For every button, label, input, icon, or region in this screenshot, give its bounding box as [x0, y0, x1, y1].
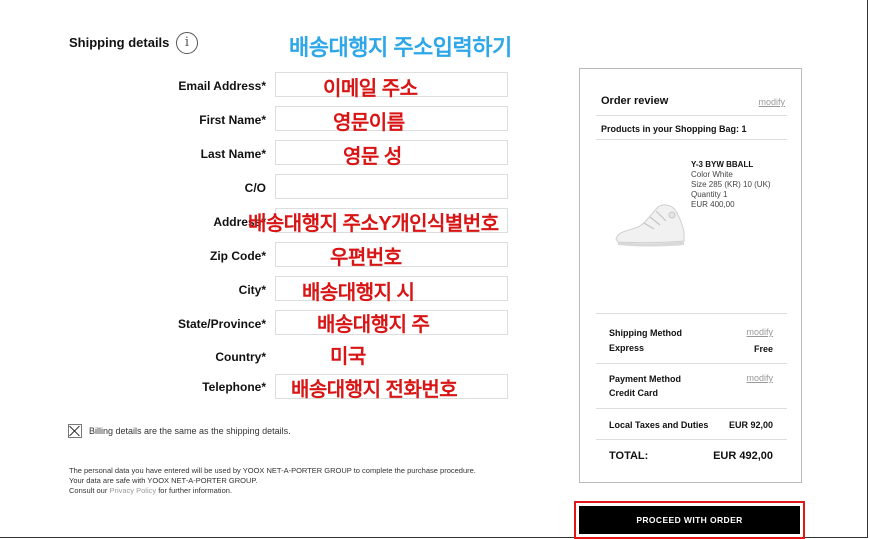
shipping-method-name: Express: [609, 343, 645, 353]
bag-summary: Products in your Shopping Bag: 1: [601, 124, 747, 134]
section-title: Shipping details: [69, 35, 170, 50]
shipping-cost: Free: [753, 344, 773, 354]
privacy-suffix: for further information.: [156, 486, 232, 495]
payment-method-label: Payment Method: [609, 374, 682, 384]
divider: [596, 363, 787, 364]
divider: [596, 139, 787, 140]
total-label: TOTAL:: [609, 450, 649, 462]
email-annotation: 이메일 주소: [323, 78, 418, 100]
product-quantity: Quantity 1: [691, 190, 728, 199]
zip-code-annotation: 우편번호: [330, 247, 402, 269]
last-name-annotation: 영문 성: [343, 146, 402, 168]
email-label: Email Address*: [178, 79, 266, 93]
privacy-prefix: Consult our: [69, 486, 110, 495]
info-icon[interactable]: i: [176, 32, 198, 54]
telephone-label: Telephone*: [202, 380, 266, 394]
address-annotation: 배송대행지 주소Y개인식별번호: [248, 213, 499, 235]
zip-code-label: Zip Code*: [210, 249, 266, 263]
payment-method-value: Credit Card: [609, 388, 659, 398]
privacy-notice: The personal data you have entered will …: [69, 466, 489, 496]
shipping-method-label: Shipping Method: [609, 328, 682, 338]
modify-order-link[interactable]: modify: [758, 97, 785, 107]
product-price: EUR 400,00: [691, 200, 735, 209]
address-label: Address*: [213, 215, 266, 229]
country-label: Country*: [215, 350, 266, 364]
state-annotation: 배송대행지 주: [317, 314, 430, 336]
modify-payment-link[interactable]: modify: [746, 373, 773, 383]
city-annotation: 배송대행지 시: [302, 282, 415, 304]
divider: [596, 313, 787, 314]
co-label: C/O: [244, 181, 266, 195]
divider: [596, 408, 787, 409]
order-review-title: Order review: [601, 95, 669, 107]
telephone-annotation: 배송대행지 전화번호: [291, 379, 458, 401]
order-review-panel: Order review modify Products in your Sho…: [579, 68, 802, 483]
privacy-line-3: Consult our Privacy Policy for further i…: [69, 486, 489, 496]
sneaker-icon: [615, 204, 685, 247]
product-details: Y-3 BYW BBALL Color White Size 285 (KR) …: [691, 160, 771, 210]
first-name-label: First Name*: [199, 113, 266, 127]
product-color: Color White: [691, 170, 733, 179]
taxes-label: Local Taxes and Duties: [609, 420, 709, 430]
taxes-value: EUR 92,00: [728, 420, 773, 430]
privacy-line-2: Your data are safe with YOOX NET-A-PORTE…: [69, 476, 258, 485]
city-label: City*: [238, 283, 266, 297]
billing-same-label: Billing details are the same as the ship…: [89, 426, 291, 436]
divider: [596, 115, 787, 116]
product-size: Size 285 (KR) 10 (UK): [691, 180, 771, 189]
modify-shipping-link[interactable]: modify: [746, 327, 773, 337]
co-field[interactable]: [275, 174, 508, 199]
divider: [596, 439, 787, 440]
product-name: Y-3 BYW BBALL: [691, 160, 754, 169]
privacy-policy-link[interactable]: Privacy Policy: [109, 486, 156, 495]
proceed-with-order-button[interactable]: PROCEED WITH ORDER: [579, 506, 800, 534]
billing-same-checkbox[interactable]: [68, 424, 82, 438]
annotation-title: 배송대행지 주소입력하기: [289, 35, 512, 60]
last-name-label: Last Name*: [200, 147, 266, 161]
privacy-line-1: The personal data you have entered will …: [69, 466, 476, 475]
total-value: EUR 492,00: [713, 450, 773, 462]
first-name-annotation: 영문이름: [333, 112, 405, 134]
country-annotation: 미국: [330, 346, 366, 368]
state-label: State/Province*: [177, 317, 266, 331]
